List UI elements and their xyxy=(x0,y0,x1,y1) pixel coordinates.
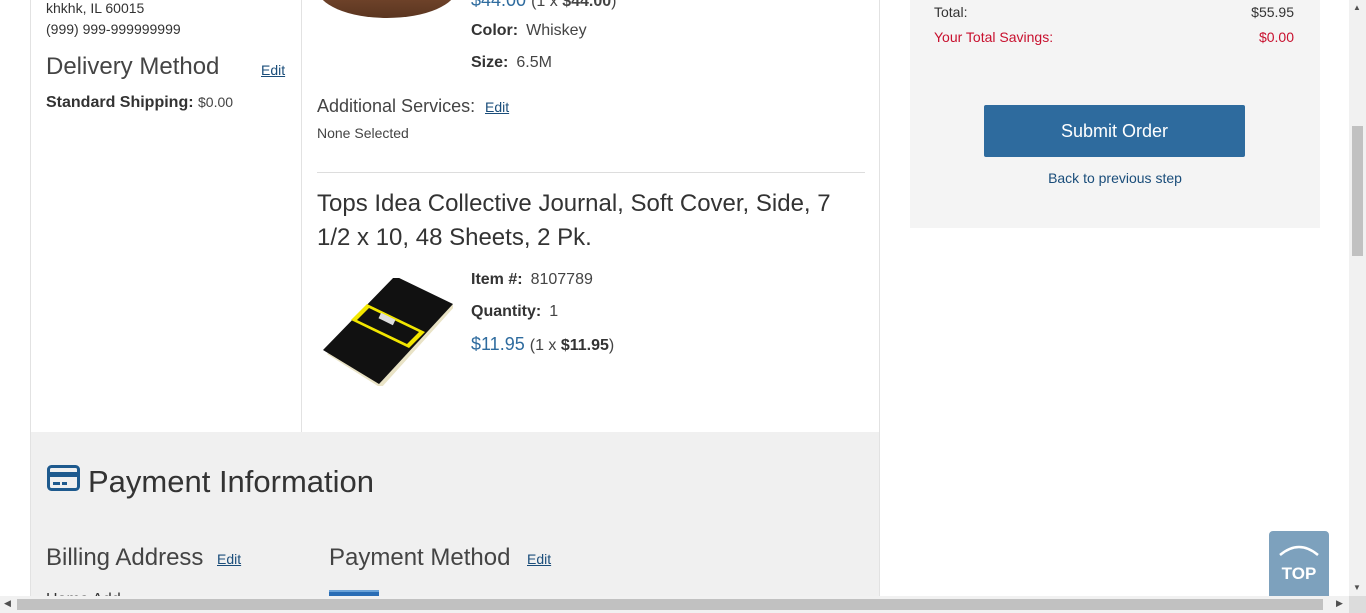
shipping-column: khkhk, IL 60015 (999) 999-999999999 Deli… xyxy=(31,0,302,432)
delivery-method-title: Delivery Method xyxy=(46,53,220,80)
item1-color-label: Color: xyxy=(471,22,519,39)
order-review-panel: khkhk, IL 60015 (999) 999-999999999 Deli… xyxy=(30,0,880,432)
address-city-line: khkhk, IL 60015 xyxy=(46,0,145,16)
order-summary: Total: $55.95 Your Total Savings: $0.00 … xyxy=(910,0,1320,228)
delivery-edit-link[interactable]: Edit xyxy=(261,62,285,78)
item2-title[interactable]: Tops Idea Collective Journal, Soft Cover… xyxy=(317,187,857,255)
back-to-top-button[interactable]: TOP xyxy=(1269,531,1329,596)
submit-order-button[interactable]: Submit Order xyxy=(984,105,1245,157)
item2-quantity: Quantity: 1 xyxy=(471,303,558,321)
additional-services-label: Additional Services: xyxy=(317,96,476,116)
additional-services-edit-link[interactable]: Edit xyxy=(485,99,509,115)
summary-savings-label: Your Total Savings: xyxy=(934,29,1054,45)
item1-size: Size: 6.5M xyxy=(471,54,552,72)
scroll-down-arrow-icon[interactable]: ▼ xyxy=(1353,583,1361,592)
item1-price: $44.00 (1 x $44.00) xyxy=(471,0,616,11)
item2-number: Item #: 8107789 xyxy=(471,271,593,289)
summary-savings-value: $0.00 xyxy=(1258,29,1294,45)
credit-card-icon xyxy=(47,465,80,491)
payment-method-title: Payment Method xyxy=(329,544,511,571)
item2-price-value: $11.95 xyxy=(471,334,525,354)
item1-color: Color: Whiskey xyxy=(471,22,587,40)
scrollbar-corner xyxy=(1349,596,1366,613)
payment-information-section: Payment Information Billing Address Edit… xyxy=(30,432,880,608)
item2-price: $11.95 (1 x $11.95) xyxy=(471,334,614,355)
journal-product-image[interactable] xyxy=(321,278,453,386)
vertical-scrollbar[interactable]: ▲ ▼ xyxy=(1349,0,1366,596)
item1-size-label: Size: xyxy=(471,54,509,71)
billing-address-edit-link[interactable]: Edit xyxy=(217,551,241,567)
item2-price-breakdown: (1 x $11.95) xyxy=(529,337,615,354)
shipping-method-value: $0.00 xyxy=(198,94,234,110)
item2-quantity-label: Quantity: xyxy=(471,303,542,320)
item1-price-value: $44.00 xyxy=(471,0,527,10)
billing-address-title: Billing Address xyxy=(46,544,204,571)
item1-size-value: 6.5M xyxy=(516,54,552,71)
shipping-method: Standard Shipping: $0.00 xyxy=(46,94,233,112)
back-to-previous-step-link[interactable]: Back to previous step xyxy=(910,170,1320,186)
shoe-product-image[interactable] xyxy=(317,0,457,18)
summary-total-label: Total: xyxy=(934,4,968,20)
item2-quantity-value: 1 xyxy=(549,303,559,320)
back-to-top-label: TOP xyxy=(1281,564,1317,583)
additional-services-value: None Selected xyxy=(317,125,409,141)
item1-color-value: Whiskey xyxy=(526,22,587,39)
shipping-method-label: Standard Shipping: xyxy=(46,94,194,111)
item1-price-breakdown: (1 x $44.00) xyxy=(531,0,617,10)
item2-number-label: Item #: xyxy=(471,271,523,288)
item2-number-value: 8107789 xyxy=(530,271,593,288)
scroll-left-arrow-icon[interactable]: ◀ xyxy=(4,598,11,609)
item-divider xyxy=(317,172,865,173)
summary-total-value: $55.95 xyxy=(1251,4,1294,20)
chevron-up-icon xyxy=(1279,545,1319,556)
address-phone: (999) 999-999999999 xyxy=(46,21,181,37)
summary-savings-row: Your Total Savings: $0.00 xyxy=(934,29,1294,45)
payment-information-title: Payment Information xyxy=(88,464,375,499)
horizontal-scrollbar[interactable]: ◀ ▶ xyxy=(0,596,1349,613)
horizontal-scroll-thumb[interactable] xyxy=(17,599,1323,610)
scroll-right-arrow-icon[interactable]: ▶ xyxy=(1336,598,1343,609)
summary-total-row: Total: $55.95 xyxy=(934,4,1294,20)
scroll-up-arrow-icon[interactable]: ▲ xyxy=(1353,3,1361,12)
vertical-scroll-thumb[interactable] xyxy=(1352,126,1363,256)
payment-method-edit-link[interactable]: Edit xyxy=(527,551,551,567)
